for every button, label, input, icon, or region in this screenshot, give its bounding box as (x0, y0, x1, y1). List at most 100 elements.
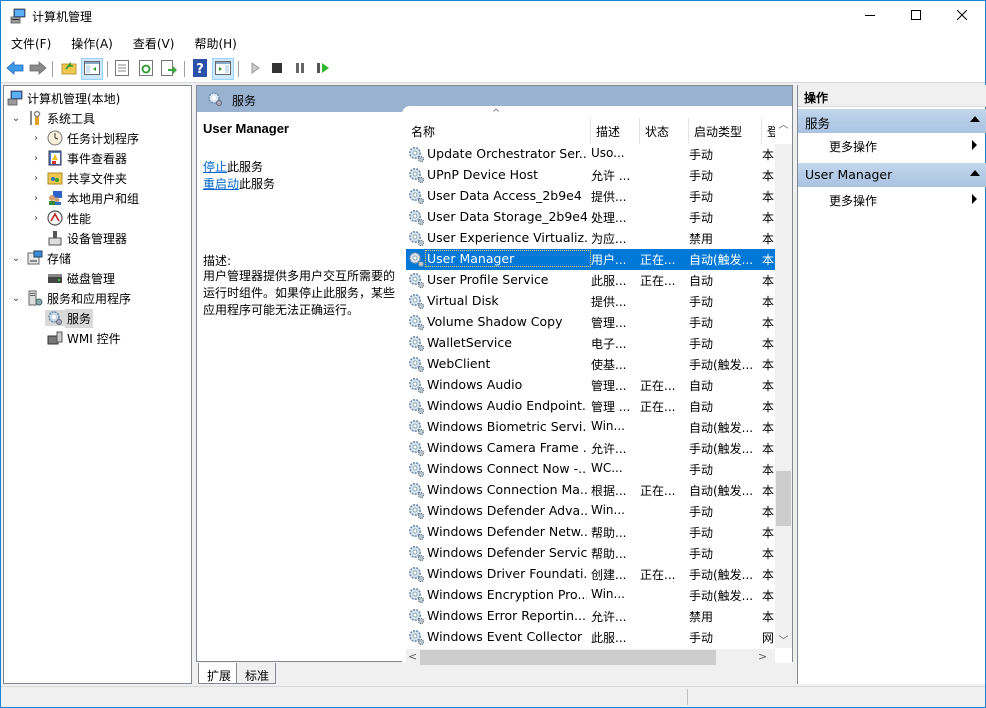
service-row[interactable]: UPnP Device Host 允许 ... 手动 本 (406, 165, 775, 186)
service-gear-icon (408, 251, 425, 268)
tree-item-local-users-groups[interactable]: › 本地用户和组 (29, 188, 139, 208)
chevron-down-icon[interactable]: ⌄ (9, 291, 23, 305)
help-button[interactable]: ? (189, 58, 211, 80)
column-header-startup-type[interactable]: 启动类型 (689, 118, 762, 144)
service-row[interactable]: Windows Defender Netw... 帮助... 手动 本 (406, 522, 775, 543)
action-more-actions-user-manager[interactable]: 更多操作 (798, 189, 986, 209)
service-gear-icon (408, 545, 425, 562)
service-row[interactable]: WalletService 电子... 手动 本 (406, 333, 775, 354)
submenu-arrow-icon (972, 194, 977, 204)
chevron-right-icon[interactable]: › (29, 151, 43, 165)
tree-item-wmi-control[interactable]: WMI 控件 (47, 328, 121, 348)
service-row[interactable]: Windows Audio Endpoint... 管理 ... 正在... 自动 本 (406, 396, 775, 417)
service-row[interactable]: Windows Camera Frame ... 允许... 手动(触发... 本 (406, 438, 775, 459)
menu-help[interactable]: 帮助(H) (188, 31, 242, 55)
chevron-right-icon[interactable]: › (29, 191, 43, 205)
menu-file[interactable]: 文件(F) (5, 31, 57, 55)
action-group-user-manager[interactable]: User Manager (798, 163, 986, 187)
back-button[interactable] (4, 58, 26, 80)
chevron-down-icon[interactable]: ⌄ (9, 251, 23, 265)
tree-item-system-tools[interactable]: ⌄ 系统工具 (9, 108, 95, 128)
tree-item-services-and-apps[interactable]: ⌄ 服务和应用程序 (9, 288, 131, 308)
stop-service-button[interactable] (266, 58, 288, 80)
properties-button[interactable] (111, 58, 133, 80)
tree-root[interactable]: 计算机管理(本地) (7, 88, 120, 108)
pause-service-button[interactable] (289, 58, 311, 80)
column-header-name[interactable]: 名称 (406, 118, 591, 144)
tree-item-event-viewer[interactable]: › 事件查看器 (29, 148, 127, 168)
tree-item-task-scheduler[interactable]: › 任务计划程序 (29, 128, 139, 148)
service-row[interactable]: User Manager 用户... 正在... 自动(触发... 本 (406, 249, 775, 270)
service-row[interactable]: WebClient 使基... 手动(触发... 本 (406, 354, 775, 375)
vertical-scrollbar[interactable]: ︿ ﹀ (775, 120, 792, 649)
tree-item-device-manager[interactable]: 设备管理器 (47, 228, 127, 248)
service-startup-type: 自动 (689, 379, 714, 393)
service-row[interactable]: Windows Event Collector 此服... 手动 网 (406, 627, 775, 648)
chevron-right-icon[interactable]: › (29, 171, 43, 185)
chevron-right-icon[interactable]: › (29, 131, 43, 145)
service-description: 根据... (591, 484, 627, 498)
maximize-button[interactable] (893, 1, 939, 31)
tree-item-performance[interactable]: › 性能 (29, 208, 91, 228)
stop-service-link[interactable]: 停止 (203, 160, 227, 174)
service-gear-icon (408, 293, 425, 310)
minimize-button[interactable] (847, 1, 893, 31)
collapse-up-icon[interactable] (970, 116, 980, 122)
close-button[interactable] (939, 1, 985, 31)
tree-item-shared-folders[interactable]: › 共享文件夹 (29, 168, 127, 188)
menu-action[interactable]: 操作(A) (65, 31, 119, 55)
tree-item-disk-management[interactable]: 磁盘管理 (47, 268, 115, 288)
show-hide-action-pane-button[interactable] (212, 58, 234, 80)
tab-standard[interactable]: 标准 (236, 663, 277, 684)
column-header-status[interactable]: 状态 (640, 118, 689, 144)
scroll-up-icon[interactable]: ︿ (775, 116, 792, 133)
action-more-actions-services[interactable]: 更多操作 (798, 135, 986, 155)
service-row[interactable]: Windows Error Reportin... 允许... 禁用 本 (406, 606, 775, 627)
service-row[interactable]: User Data Storage_2b9e4 处理... 手动 本 (406, 207, 775, 228)
tree-label: 性能 (67, 211, 92, 226)
column-header-logon[interactable]: 登 (762, 118, 775, 144)
start-service-button[interactable] (244, 58, 266, 80)
resume-service-button[interactable] (312, 58, 334, 80)
chevron-down-icon[interactable]: ⌄ (9, 111, 23, 125)
tree-label: 系统工具 (47, 111, 96, 126)
service-row[interactable]: Windows Audio 管理... 正在... 自动 本 (406, 375, 775, 396)
service-row[interactable]: Windows Biometric Servi... Win... 自动(触发...… (406, 417, 775, 438)
menu-view[interactable]: 查看(V) (127, 31, 181, 55)
up-one-level-button[interactable] (58, 58, 80, 80)
scroll-right-icon[interactable]: > (758, 650, 767, 663)
service-row[interactable]: Windows Defender Adva... Win... 手动 本 (406, 501, 775, 522)
restart-service-line: 重启动此服务 (203, 175, 275, 192)
tree-item-storage[interactable]: ⌄ 存储 (9, 248, 71, 268)
scroll-down-icon[interactable]: ﹀ (775, 632, 792, 649)
forward-button[interactable] (27, 58, 49, 80)
service-row[interactable]: Windows Driver Foundati... 创建... 正在... 手动(触… (406, 564, 775, 585)
service-logon-as: 本 (762, 316, 774, 330)
close-icon (956, 9, 968, 23)
action-group-services[interactable]: 服务 (798, 109, 986, 133)
tab-extended[interactable]: 扩展 (198, 663, 238, 684)
service-name: UPnP Device Host (427, 167, 539, 182)
service-row[interactable]: Windows Encryption Pro... Win... 手动(触发... 本 (406, 585, 775, 606)
restart-service-link[interactable]: 重启动 (203, 177, 239, 191)
resume-service-icon (317, 62, 329, 77)
service-row[interactable]: Volume Shadow Copy 管理... 手动 本 (406, 312, 775, 333)
refresh-button[interactable] (135, 58, 157, 80)
service-row[interactable]: Virtual Disk 提供... 手动 本 (406, 291, 775, 312)
collapse-up-icon[interactable] (970, 170, 980, 176)
show-hide-console-tree-button[interactable] (81, 58, 103, 80)
service-row[interactable]: Windows Defender Service 帮助... 手动 本 (406, 543, 775, 564)
service-startup-type: 禁用 (689, 232, 714, 246)
service-row[interactable]: User Profile Service 此服... 正在... 自动 本 (406, 270, 775, 291)
vertical-scroll-thumb[interactable] (776, 471, 791, 526)
chevron-right-icon[interactable]: › (29, 211, 43, 225)
tree-item-services[interactable]: 服务 (45, 308, 94, 328)
scroll-left-icon[interactable]: < (408, 650, 417, 663)
service-row[interactable]: User Experience Virtualiz... 为应... 禁用 本 (406, 228, 775, 249)
export-list-button[interactable] (158, 58, 180, 80)
service-row[interactable]: User Data Access_2b9e4 提供... 手动 本 (406, 186, 775, 207)
column-header-description[interactable]: 描述 (591, 118, 640, 144)
service-row[interactable]: Update Orchestrator Ser... Uso... 手动 本 (406, 144, 775, 165)
service-row[interactable]: Windows Connection Ma... 根据... 正在... 自动(触发.… (406, 480, 775, 501)
service-row[interactable]: Windows Connect Now -... WC... 手动 本 (406, 459, 775, 480)
